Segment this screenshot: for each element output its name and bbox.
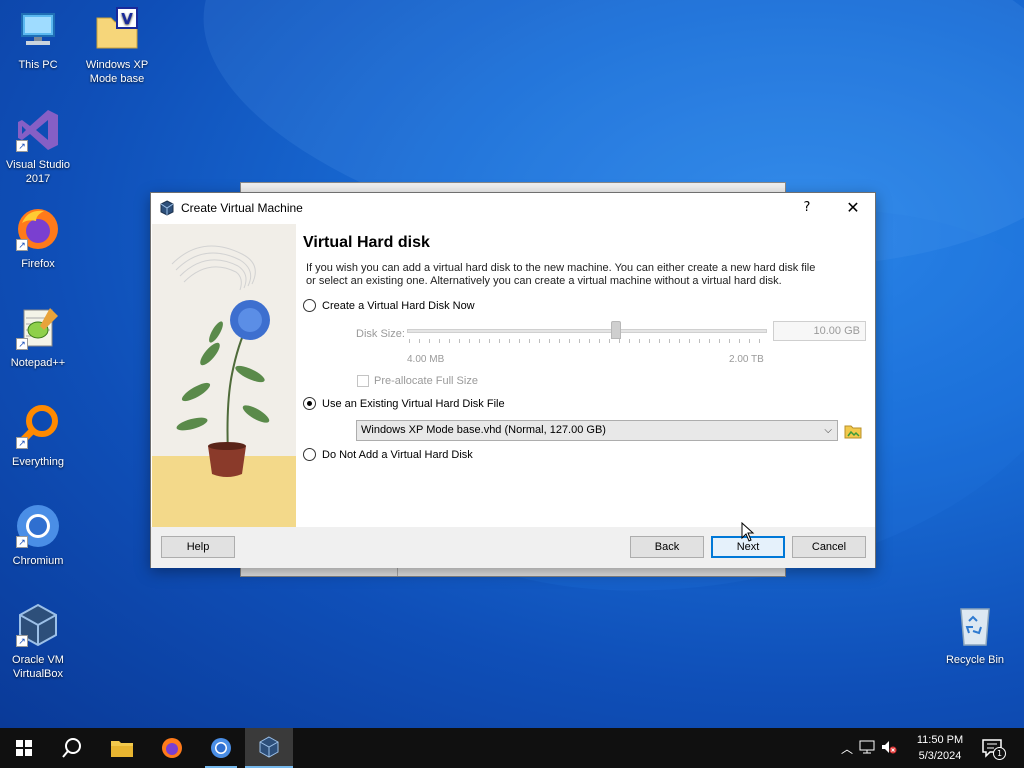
start-button[interactable] (0, 728, 48, 768)
dialog-title: Create Virtual Machine (181, 201, 303, 215)
choose-disk-folder-icon[interactable] (844, 422, 862, 439)
magnifier-icon: ↗ (14, 403, 62, 451)
clock-date: 5/3/2024 (918, 750, 962, 762)
recycle-bin-icon (951, 601, 999, 649)
slider-ticks (409, 339, 767, 343)
visual-studio-icon: ↗ (14, 106, 62, 154)
disk-size-slider-thumb[interactable] (610, 321, 621, 339)
dialog-titlebar[interactable]: Create Virtual Machine ? ✕ (151, 193, 875, 223)
desktop-icon-visual-studio[interactable]: ↗ Visual Studio 2017 (0, 106, 76, 186)
existing-disk-dropdown[interactable]: Windows XP Mode base.vhd (Normal, 127.00… (356, 420, 838, 441)
radio-button[interactable] (303, 448, 316, 461)
existing-disk-value: Windows XP Mode base.vhd (Normal, 127.00… (361, 424, 606, 436)
chevron-up-icon[interactable]: ︿ (838, 740, 856, 757)
desktop-icon-virtualbox[interactable]: ↗ Oracle VM VirtualBox (0, 601, 76, 681)
shortcut-arrow-icon: ↗ (16, 338, 28, 350)
desktop-icon-chromium[interactable]: ↗ Chromium (0, 502, 76, 568)
taskbar-chromium[interactable] (197, 728, 245, 768)
taskbar-firefox[interactable] (148, 728, 196, 768)
taskbar-clock[interactable]: 11:50 PM 5/3/2024 (904, 732, 976, 764)
firefox-icon: ↗ (14, 205, 62, 253)
notification-count-badge: 1 (993, 747, 1006, 760)
chevron-down-icon: ⌵ (824, 425, 832, 436)
wizard-illustration (152, 224, 296, 527)
folder-icon: V (93, 6, 141, 54)
radio-button[interactable] (303, 299, 316, 312)
preallocate-checkbox-row[interactable]: Pre-allocate Full Size (357, 375, 478, 387)
shortcut-arrow-icon: ↗ (16, 635, 28, 647)
svg-text:V: V (121, 10, 133, 28)
mouse-cursor-icon (741, 521, 755, 542)
page-title: Virtual Hard disk (303, 234, 430, 251)
disk-size-slider[interactable] (407, 329, 767, 333)
help-title-button[interactable]: ? (791, 193, 823, 223)
search-icon (62, 738, 81, 758)
taskbar-file-explorer[interactable] (98, 728, 146, 768)
virtualbox-icon (259, 736, 279, 758)
slider-max-label: 2.00 TB (729, 354, 764, 365)
slider-min-label: 4.00 MB (407, 354, 445, 365)
page-description: If you wish you can add a virtual hard d… (306, 262, 816, 287)
notepad-plus-plus-icon: ↗ (14, 304, 62, 352)
firefox-icon (162, 738, 182, 758)
search-button[interactable] (48, 728, 96, 768)
virtualbox-icon (160, 200, 174, 216)
desktop-icon-windows-xp-mode-base[interactable]: V Windows XP Mode base (79, 6, 155, 86)
radio-create-disk-now[interactable]: Create a Virtual Hard Disk Now (303, 299, 475, 312)
taskbar-virtualbox[interactable] (245, 728, 293, 768)
radio-do-not-add-disk[interactable]: Do Not Add a Virtual Hard Disk (303, 448, 473, 461)
radio-button-checked[interactable] (303, 397, 316, 410)
help-button[interactable]: Help (161, 536, 235, 558)
radio-use-existing-disk[interactable]: Use an Existing Virtual Hard Disk File (303, 397, 505, 410)
desktop: This PC V Windows XP Mode base ↗ Visual … (0, 0, 1024, 728)
action-center-button[interactable]: 1 (980, 736, 1006, 760)
chromium-icon (211, 738, 231, 758)
shortcut-arrow-icon: ↗ (16, 536, 28, 548)
desktop-icon-this-pc[interactable]: This PC (0, 6, 76, 72)
windows-logo-icon (16, 740, 32, 756)
create-vm-dialog: Create Virtual Machine ? ✕ Virtual Hard … (150, 192, 876, 568)
taskbar: ︿ 11:50 PM 5/3/2024 1 (0, 728, 1024, 768)
desktop-icon-everything[interactable]: ↗ Everything (0, 403, 76, 469)
system-tray: ︿ (838, 728, 904, 768)
volume-muted-icon[interactable] (878, 740, 900, 757)
cancel-button[interactable]: Cancel (792, 536, 866, 558)
desktop-icon-recycle-bin[interactable]: Recycle Bin (937, 601, 1013, 667)
chromium-icon: ↗ (14, 502, 62, 550)
folder-icon (111, 741, 133, 757)
shortcut-arrow-icon: ↗ (16, 140, 28, 152)
disk-size-label: Disk Size: (356, 328, 405, 340)
desktop-icon-notepad-plus-plus[interactable]: ↗ Notepad++ (0, 304, 76, 370)
shortcut-arrow-icon: ↗ (16, 437, 28, 449)
close-button[interactable]: ✕ (835, 193, 871, 223)
computer-icon (14, 6, 62, 54)
network-icon[interactable] (856, 740, 878, 757)
desktop-icon-firefox[interactable]: ↗ Firefox (0, 205, 76, 271)
clock-time: 11:50 PM (916, 734, 964, 746)
back-button[interactable]: Back (630, 536, 704, 558)
shortcut-arrow-icon: ↗ (16, 239, 28, 251)
preallocate-checkbox[interactable] (357, 375, 369, 387)
disk-size-field[interactable]: 10.00 GB (773, 321, 866, 341)
virtualbox-icon: ↗ (14, 601, 62, 649)
dialog-footer: Help Back Next Cancel (151, 527, 875, 568)
